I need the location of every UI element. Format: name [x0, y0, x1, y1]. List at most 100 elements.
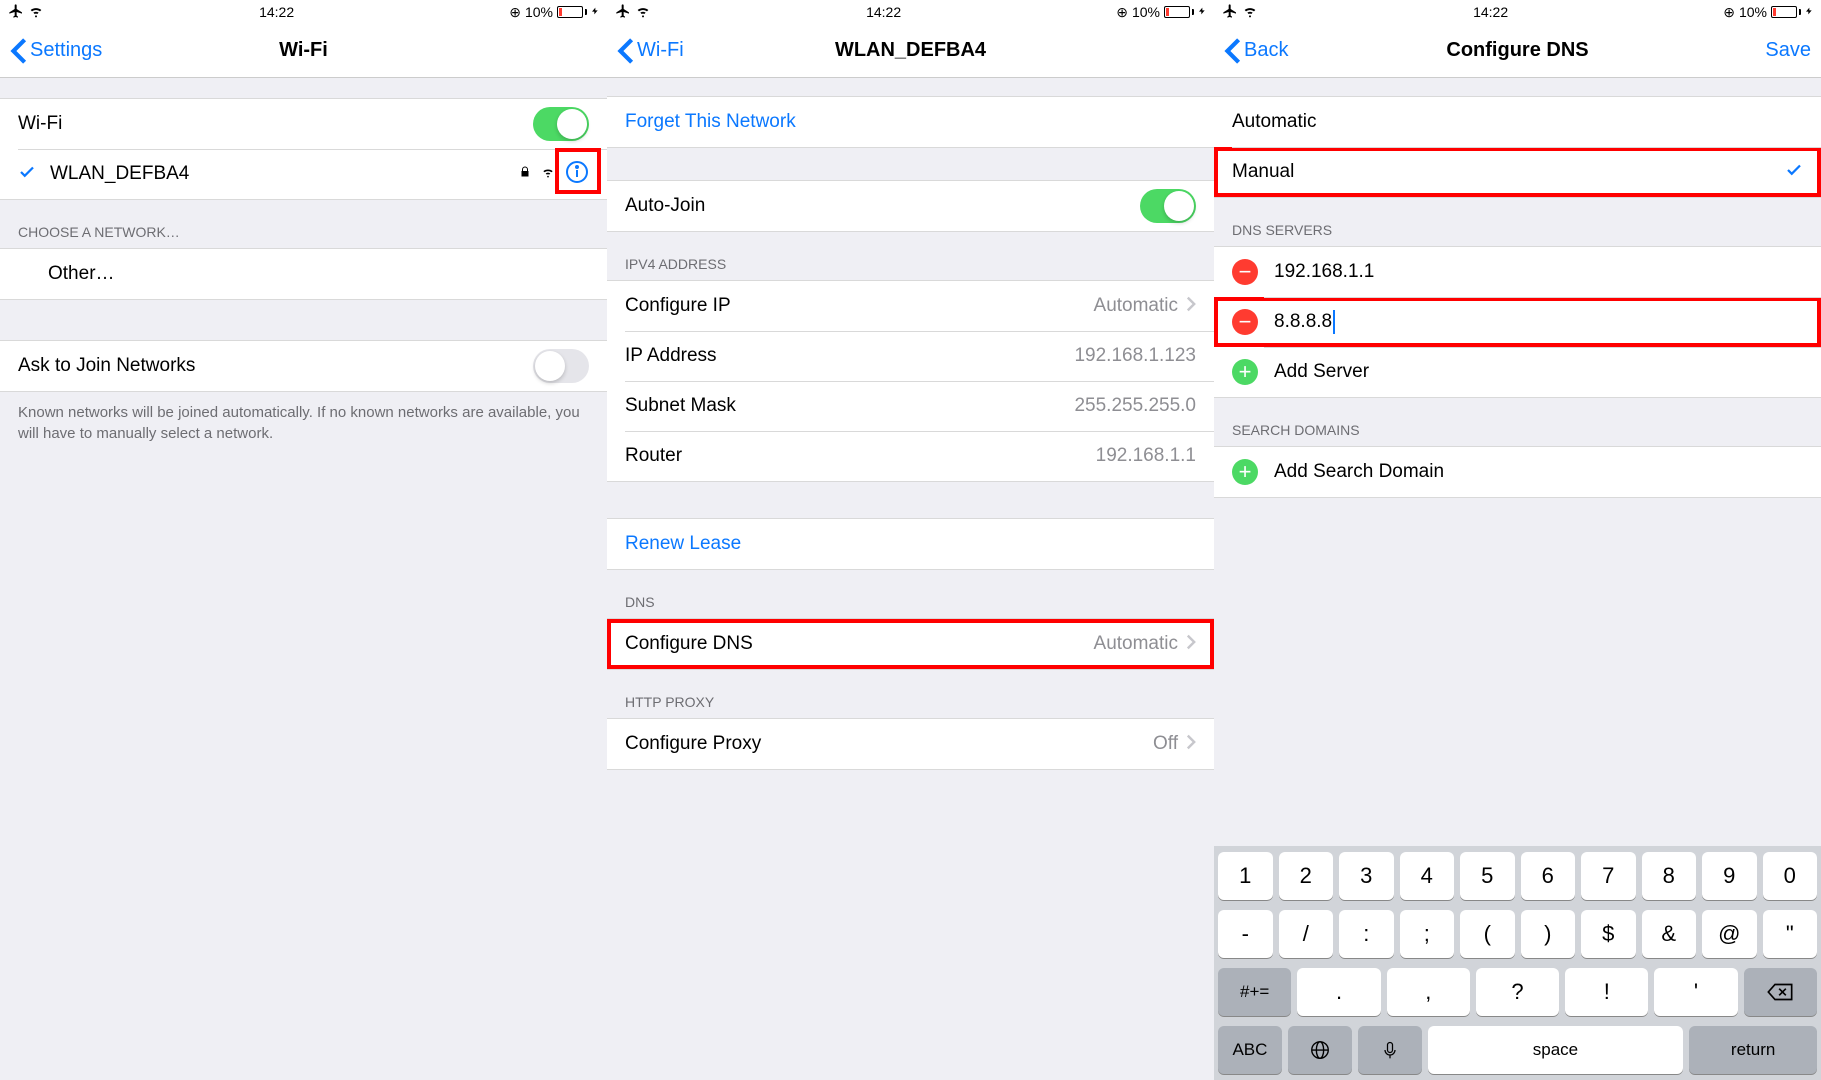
ip-address-label: IP Address: [625, 345, 1074, 367]
chevron-right-icon: [1186, 634, 1196, 655]
key-9[interactable]: 9: [1702, 852, 1757, 900]
key-5[interactable]: 5: [1460, 852, 1515, 900]
dns-server-row-1[interactable]: − 192.168.1.1: [1214, 247, 1821, 297]
key-return[interactable]: return: [1689, 1026, 1817, 1074]
key-7[interactable]: 7: [1581, 852, 1636, 900]
key-([interactable]: (: [1460, 910, 1515, 958]
automatic-option-label: Automatic: [1232, 111, 1803, 133]
chevron-left-icon: [10, 37, 28, 65]
key-3[interactable]: 3: [1339, 852, 1394, 900]
key-globe[interactable]: [1288, 1026, 1352, 1074]
screen-configure-dns: 14:22 ⊕ 10% Back Configure DNS Save Auto…: [1214, 0, 1821, 1080]
key-6[interactable]: 6: [1521, 852, 1576, 900]
key-mode-punc[interactable]: #+=: [1218, 968, 1291, 1016]
battery-pct: 10%: [525, 4, 553, 20]
forget-network-label: Forget This Network: [625, 111, 796, 133]
back-button[interactable]: Settings: [10, 37, 130, 65]
key-1[interactable]: 1: [1218, 852, 1273, 900]
key-&[interactable]: &: [1642, 910, 1697, 958]
chevron-left-icon: [1224, 37, 1242, 65]
forget-network-row[interactable]: Forget This Network: [607, 97, 1214, 147]
subnet-mask-row: Subnet Mask 255.255.255.0: [607, 381, 1214, 431]
ask-join-row[interactable]: Ask to Join Networks: [0, 341, 607, 391]
renew-lease-row[interactable]: Renew Lease: [607, 519, 1214, 569]
other-network-row[interactable]: Other…: [0, 249, 607, 299]
back-button[interactable]: Back: [1224, 37, 1344, 65]
ask-join-label: Ask to Join Networks: [18, 355, 533, 377]
back-button[interactable]: Wi-Fi: [617, 37, 737, 65]
key-2[interactable]: 2: [1279, 852, 1334, 900]
wifi-icon: [28, 3, 44, 22]
key-:[interactable]: :: [1339, 910, 1394, 958]
wifi-toggle-row[interactable]: Wi-Fi: [0, 99, 607, 149]
search-domains-header: SEARCH DOMAINS: [1214, 398, 1821, 446]
subnet-mask-label: Subnet Mask: [625, 395, 1074, 417]
page-title: Configure DNS: [1344, 39, 1691, 62]
add-server-row[interactable]: + Add Server: [1214, 347, 1821, 397]
key-8[interactable]: 8: [1642, 852, 1697, 900]
configure-dns-label: Configure DNS: [625, 633, 1094, 655]
key--[interactable]: -: [1218, 910, 1273, 958]
dns-header: DNS: [607, 570, 1214, 618]
key-/[interactable]: /: [1279, 910, 1334, 958]
delete-server-button[interactable]: −: [1232, 259, 1258, 285]
key-.[interactable]: .: [1297, 968, 1380, 1016]
configure-ip-label: Configure IP: [625, 295, 1094, 317]
wifi-icon: [1242, 3, 1258, 22]
key-4[interactable]: 4: [1400, 852, 1455, 900]
router-value: 192.168.1.1: [1096, 445, 1196, 467]
lock-icon: [519, 165, 531, 184]
configure-dns-row[interactable]: Configure DNS Automatic: [607, 619, 1214, 669]
connected-network-row[interactable]: WLAN_DEFBA4: [0, 149, 607, 199]
dns-server-1-value: 192.168.1.1: [1274, 261, 1374, 283]
battery-icon: [557, 6, 587, 18]
auto-join-label: Auto-Join: [625, 195, 1140, 217]
key-0[interactable]: 0: [1763, 852, 1818, 900]
wifi-toggle[interactable]: [533, 107, 589, 141]
add-server-button[interactable]: +: [1232, 359, 1258, 385]
wifi-strength-icon: [539, 165, 557, 184]
configure-proxy-value: Off: [1153, 733, 1178, 755]
status-time: 14:22: [259, 4, 294, 20]
chevron-right-icon: [1186, 296, 1196, 317]
charging-icon: [1805, 4, 1813, 20]
key-)[interactable]: ): [1521, 910, 1576, 958]
battery-pct: 10%: [1132, 4, 1160, 20]
configure-ip-value: Automatic: [1094, 295, 1178, 317]
key-'[interactable]: ': [1654, 968, 1737, 1016]
keyboard[interactable]: 1234567890 -/:;()$&@" #+= .,?!' ABC spac…: [1214, 846, 1821, 1080]
auto-join-row[interactable]: Auto-Join: [607, 181, 1214, 231]
status-time: 14:22: [1473, 4, 1508, 20]
ask-join-toggle[interactable]: [533, 349, 589, 383]
dns-servers-header: DNS SERVERS: [1214, 198, 1821, 246]
key-space[interactable]: space: [1428, 1026, 1684, 1074]
save-button[interactable]: Save: [1691, 39, 1811, 62]
info-icon[interactable]: [565, 160, 589, 189]
chevron-right-icon: [1186, 734, 1196, 755]
battery-icon: [1164, 6, 1194, 18]
key-?[interactable]: ?: [1476, 968, 1559, 1016]
router-label: Router: [625, 445, 1096, 467]
add-search-domain-button[interactable]: +: [1232, 459, 1258, 485]
auto-join-toggle[interactable]: [1140, 189, 1196, 223]
key-@[interactable]: @: [1702, 910, 1757, 958]
key-backspace[interactable]: [1744, 968, 1817, 1016]
add-search-domain-row[interactable]: + Add Search Domain: [1214, 447, 1821, 497]
automatic-option-row[interactable]: Automatic: [1214, 97, 1821, 147]
configure-ip-row[interactable]: Configure IP Automatic: [607, 281, 1214, 331]
delete-server-button[interactable]: −: [1232, 309, 1258, 335]
key-,[interactable]: ,: [1387, 968, 1470, 1016]
status-bar: 14:22 ⊕ 10%: [1214, 0, 1821, 24]
key-$[interactable]: $: [1581, 910, 1636, 958]
key-mic[interactable]: [1358, 1026, 1422, 1074]
choose-network-header: CHOOSE A NETWORK…: [0, 200, 607, 248]
back-label: Back: [1244, 39, 1288, 62]
manual-option-row[interactable]: Manual: [1214, 147, 1821, 197]
key-;[interactable]: ;: [1400, 910, 1455, 958]
key-mode-abc[interactable]: ABC: [1218, 1026, 1282, 1074]
key-![interactable]: !: [1565, 968, 1648, 1016]
configure-proxy-row[interactable]: Configure Proxy Off: [607, 719, 1214, 769]
dns-server-2-value[interactable]: 8.8.8.8: [1274, 310, 1335, 334]
key-"[interactable]: ": [1763, 910, 1818, 958]
dns-server-row-2[interactable]: − 8.8.8.8: [1214, 297, 1821, 347]
